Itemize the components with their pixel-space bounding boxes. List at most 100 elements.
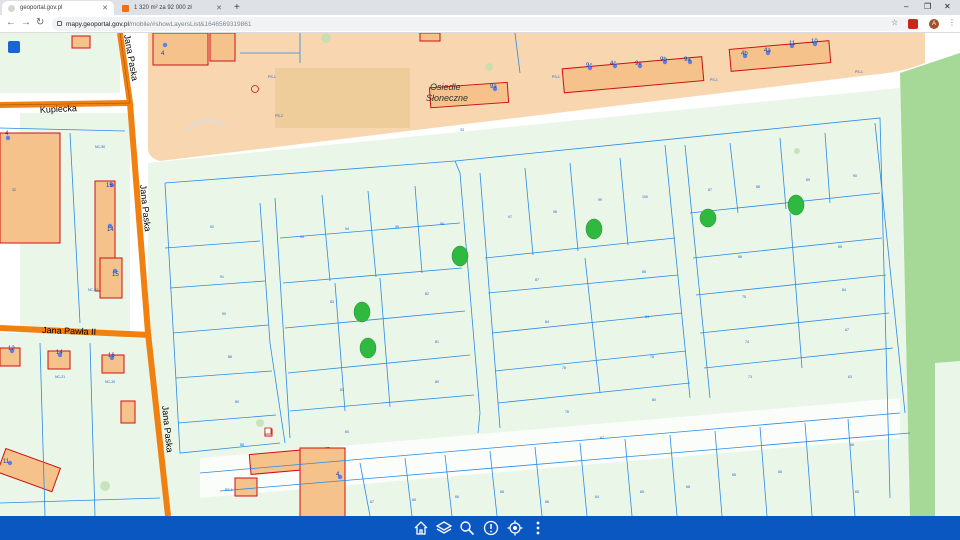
svg-text:14: 14 [56, 350, 63, 356]
svg-text:NC-20: NC-20 [105, 380, 115, 384]
svg-text:94: 94 [345, 227, 349, 231]
svg-text:9e: 9e [635, 61, 642, 67]
svg-text:68: 68 [686, 485, 690, 489]
svg-text:80: 80 [435, 380, 439, 384]
tab-favicon-home-icon [122, 4, 129, 12]
svg-text:32: 32 [12, 188, 16, 192]
svg-text:85: 85 [642, 270, 646, 274]
url-path: /mobile/#showLayersList&1646569319861 [129, 20, 252, 28]
tab-favicon-icon [8, 4, 15, 12]
svg-text:80: 80 [345, 430, 349, 434]
reload-icon[interactable]: ↻ [36, 17, 44, 28]
svg-text:64: 64 [595, 495, 599, 499]
search-icon[interactable] [458, 519, 476, 537]
svg-text:90: 90 [853, 174, 857, 178]
svg-text:NC-22: NC-22 [88, 288, 98, 292]
svg-text:65: 65 [640, 490, 644, 494]
svg-text:78: 78 [562, 366, 566, 370]
home-icon[interactable] [412, 519, 430, 537]
svg-text:95: 95 [395, 225, 399, 229]
svg-text:99: 99 [598, 198, 602, 202]
svg-text:14: 14 [107, 227, 114, 233]
svg-text:92: 92 [210, 225, 214, 229]
tab-listing[interactable]: 1 320 m² za 92 000 zł ✕ [116, 1, 228, 15]
svg-text:84: 84 [842, 288, 846, 292]
svg-text:76: 76 [565, 410, 569, 414]
pdf-extension-icon[interactable] [908, 19, 918, 29]
more-icon[interactable] [529, 519, 547, 537]
address-bar[interactable]: mapy.geoportal.gov.pl/mobile/#showLayers… [52, 17, 917, 31]
tab-geoportal[interactable]: geoportal.gov.pl ✕ [2, 1, 114, 15]
svg-text:90: 90 [222, 312, 226, 316]
pedestrian-sign-icon [8, 41, 20, 53]
svg-text:9c: 9c [586, 63, 592, 69]
svg-text:4c: 4c [610, 61, 616, 67]
svg-text:67: 67 [600, 436, 604, 440]
svg-text:PS-1: PS-1 [710, 78, 718, 82]
street-label-kupiecka: Kupiecka [40, 103, 78, 115]
svg-text:11: 11 [789, 41, 796, 47]
map-bottom-toolbar [0, 516, 960, 540]
back-arrow-icon[interactable]: ← [6, 17, 16, 28]
svg-text:12: 12 [8, 346, 15, 352]
svg-text:NC-50: NC-50 [95, 145, 105, 149]
svg-text:9a: 9a [490, 84, 497, 90]
svg-text:87: 87 [535, 278, 539, 282]
svg-text:PS-1: PS-1 [552, 75, 560, 79]
map-canvas[interactable]: Kupiecka Jana Paska Jana Paska Jana Pawł… [0, 33, 960, 516]
estate-label-line2: Słoneczne [426, 93, 468, 103]
svg-text:82: 82 [425, 292, 429, 296]
svg-text:81: 81 [435, 340, 439, 344]
tab-close-icon[interactable]: ✕ [102, 4, 108, 12]
svg-text:96: 96 [440, 222, 444, 226]
new-tab-button[interactable]: + [234, 2, 240, 13]
svg-text:PS-1: PS-1 [268, 75, 276, 79]
map-viewport[interactable]: Kupiecka Jana Paska Jana Paska Jana Pawł… [0, 33, 960, 516]
lock-icon [57, 21, 62, 26]
street-label-jana-pawla: Jana Pawła II [42, 325, 96, 337]
info-icon[interactable] [482, 519, 500, 537]
svg-text:89: 89 [235, 400, 239, 404]
svg-text:9a: 9a [684, 57, 691, 63]
svg-text:66: 66 [455, 495, 459, 499]
svg-text:66: 66 [850, 443, 854, 447]
locate-icon[interactable] [506, 519, 524, 537]
svg-text:65: 65 [500, 490, 504, 494]
estate-label-line1: Osiedle [430, 82, 461, 92]
svg-text:86: 86 [738, 255, 742, 259]
svg-text:89: 89 [806, 178, 810, 182]
svg-text:85: 85 [838, 245, 842, 249]
tab-title: geoportal.gov.pl [20, 5, 63, 11]
menu-kebab-icon[interactable]: ⋮ [948, 18, 956, 27]
browser-toolbar: ← → ↻ mapy.geoportal.gov.pl/mobile/#show… [0, 15, 960, 33]
tab-close-icon[interactable]: ✕ [216, 4, 222, 12]
svg-text:67: 67 [845, 328, 849, 332]
svg-text:97: 97 [508, 215, 512, 219]
svg-text:88: 88 [756, 185, 760, 189]
profile-avatar[interactable]: A [929, 19, 939, 29]
svg-text:84: 84 [545, 320, 549, 324]
minimize-button[interactable]: – [904, 2, 908, 11]
svg-text:15: 15 [112, 272, 119, 278]
svg-text:100: 100 [642, 195, 648, 199]
svg-text:PS-2: PS-2 [275, 114, 283, 118]
svg-text:NC-21: NC-21 [55, 375, 65, 379]
layers-icon[interactable] [435, 519, 453, 537]
svg-text:84: 84 [645, 315, 649, 319]
svg-text:10: 10 [811, 39, 818, 45]
svg-text:73: 73 [748, 375, 752, 379]
svg-text:75: 75 [742, 295, 746, 299]
svg-text:88: 88 [240, 443, 244, 447]
bookmark-star-icon[interactable]: ☆ [891, 18, 898, 27]
svg-text:91: 91 [220, 275, 224, 279]
svg-text:74: 74 [745, 340, 749, 344]
forward-arrow-icon[interactable]: → [21, 17, 31, 28]
tab-title: 1 320 m² za 92 000 zł [134, 5, 192, 11]
url-host: mapy.geoportal.gov.pl [66, 20, 129, 28]
svg-text:83: 83 [330, 300, 334, 304]
maximize-button[interactable]: ❐ [924, 2, 931, 11]
svg-text:80: 80 [652, 398, 656, 402]
svg-text:15: 15 [106, 183, 113, 189]
close-window-button[interactable]: ✕ [944, 2, 951, 11]
svg-text:65: 65 [732, 473, 736, 477]
